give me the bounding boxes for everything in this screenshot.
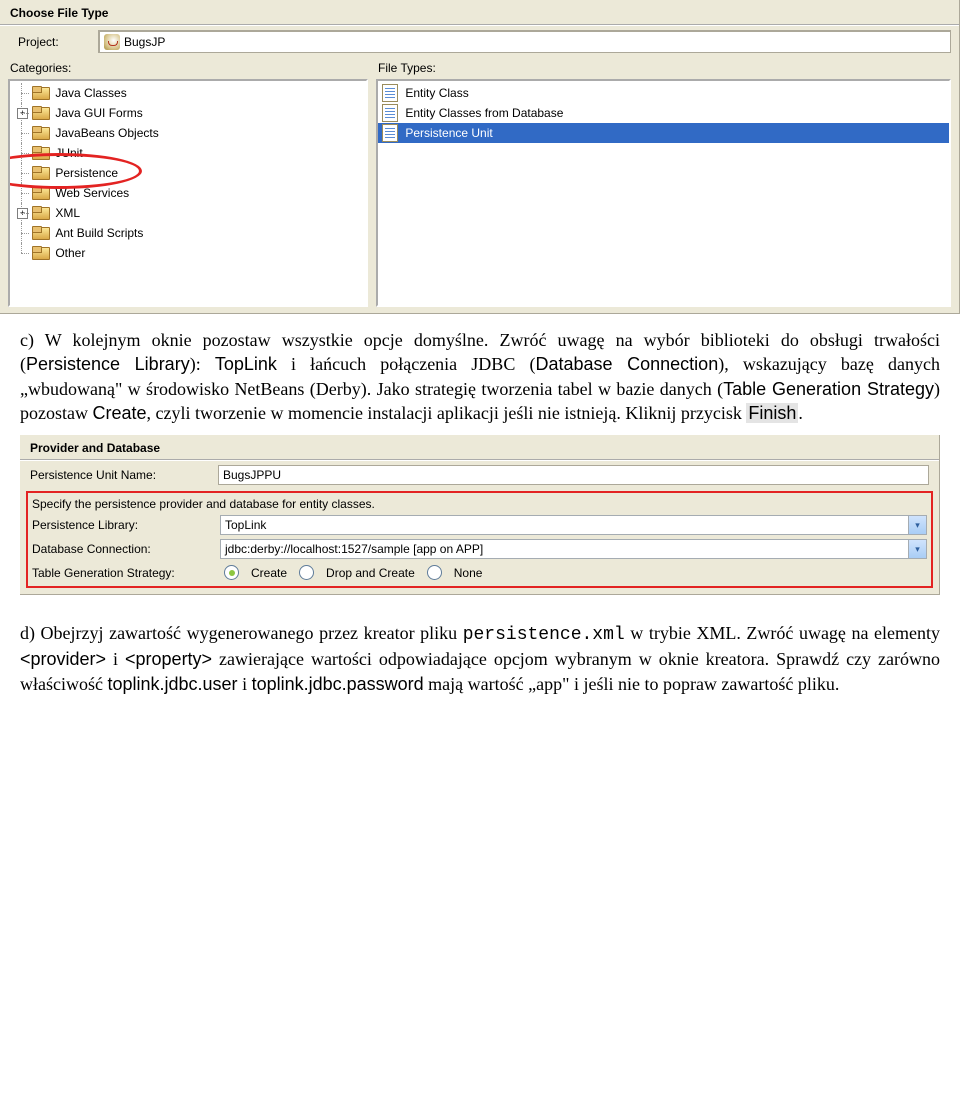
categories-list[interactable]: Java Classes + Java GUI Forms JavaBeans … [8,79,368,307]
folder-icon [32,186,48,200]
folder-icon [32,126,48,140]
folder-icon [32,246,48,260]
chevron-down-icon[interactable]: ▾ [908,540,926,558]
paragraph-c: c) W kolejnym oknie pozostaw wszystkie o… [0,314,960,425]
wizard-title: Choose File Type [0,0,959,26]
finish-button-ref: Finish [746,403,798,423]
file-type-item[interactable]: Entity Class [405,86,468,100]
dc-label: Database Connection: [32,542,212,556]
category-item[interactable]: XML [55,206,80,220]
plus-icon[interactable]: + [17,108,28,119]
file-icon [382,124,398,142]
folder-icon [32,166,48,180]
specify-text: Specify the persistence provider and dat… [32,497,375,511]
database-connection-combo[interactable]: jdbc:derby://localhost:1527/sample [app … [220,539,927,559]
radio-drop-create[interactable] [299,565,314,580]
java-cup-icon [104,34,120,50]
folder-icon [32,226,48,240]
project-combo[interactable]: BugsJP [98,30,951,53]
folder-icon [32,106,48,120]
provider-database-panel: Provider and Database Persistence Unit N… [20,435,940,595]
choose-file-type-panel: Choose File Type Project: BugsJP Categor… [0,0,960,314]
project-value: BugsJP [124,35,165,49]
project-label: Project: [8,35,98,49]
file-icon [382,84,398,102]
plus-icon[interactable]: + [17,208,28,219]
pl-label: Persistence Library: [32,518,212,532]
category-item[interactable]: Java GUI Forms [55,106,142,120]
radio-none[interactable] [427,565,442,580]
persistence-library-combo[interactable]: TopLink ▾ [220,515,927,535]
wizard2-title: Provider and Database [20,435,939,461]
category-item[interactable]: Web Services [55,186,129,200]
categories-label: Categories: [8,57,368,79]
category-item[interactable]: JUnit [55,146,82,160]
filetypes-label: File Types: [376,57,951,79]
radio-create[interactable] [224,565,239,580]
folder-icon [32,146,48,160]
file-type-item[interactable]: Entity Classes from Database [405,106,563,120]
category-item[interactable]: JavaBeans Objects [55,126,158,140]
folder-icon [32,86,48,100]
file-icon [382,104,398,122]
tgs-label: Table Generation Strategy: [32,566,212,580]
category-item[interactable]: Other [55,246,85,260]
pu-name-input[interactable]: BugsJPPU [218,465,929,485]
pu-name-label: Persistence Unit Name: [30,468,210,482]
category-item[interactable]: Ant Build Scripts [55,226,143,240]
file-type-item[interactable]: Persistence Unit [405,126,492,140]
folder-icon [32,206,48,220]
category-item[interactable]: Persistence [55,166,118,180]
chevron-down-icon[interactable]: ▾ [908,516,926,534]
annotation-red-box: Specify the persistence provider and dat… [26,491,933,588]
category-item[interactable]: Java Classes [55,86,126,100]
paragraph-d: d) Obejrzyj zawartość wygenerowanego prz… [0,595,960,696]
filetypes-list[interactable]: Entity Class Entity Classes from Databas… [376,79,951,307]
